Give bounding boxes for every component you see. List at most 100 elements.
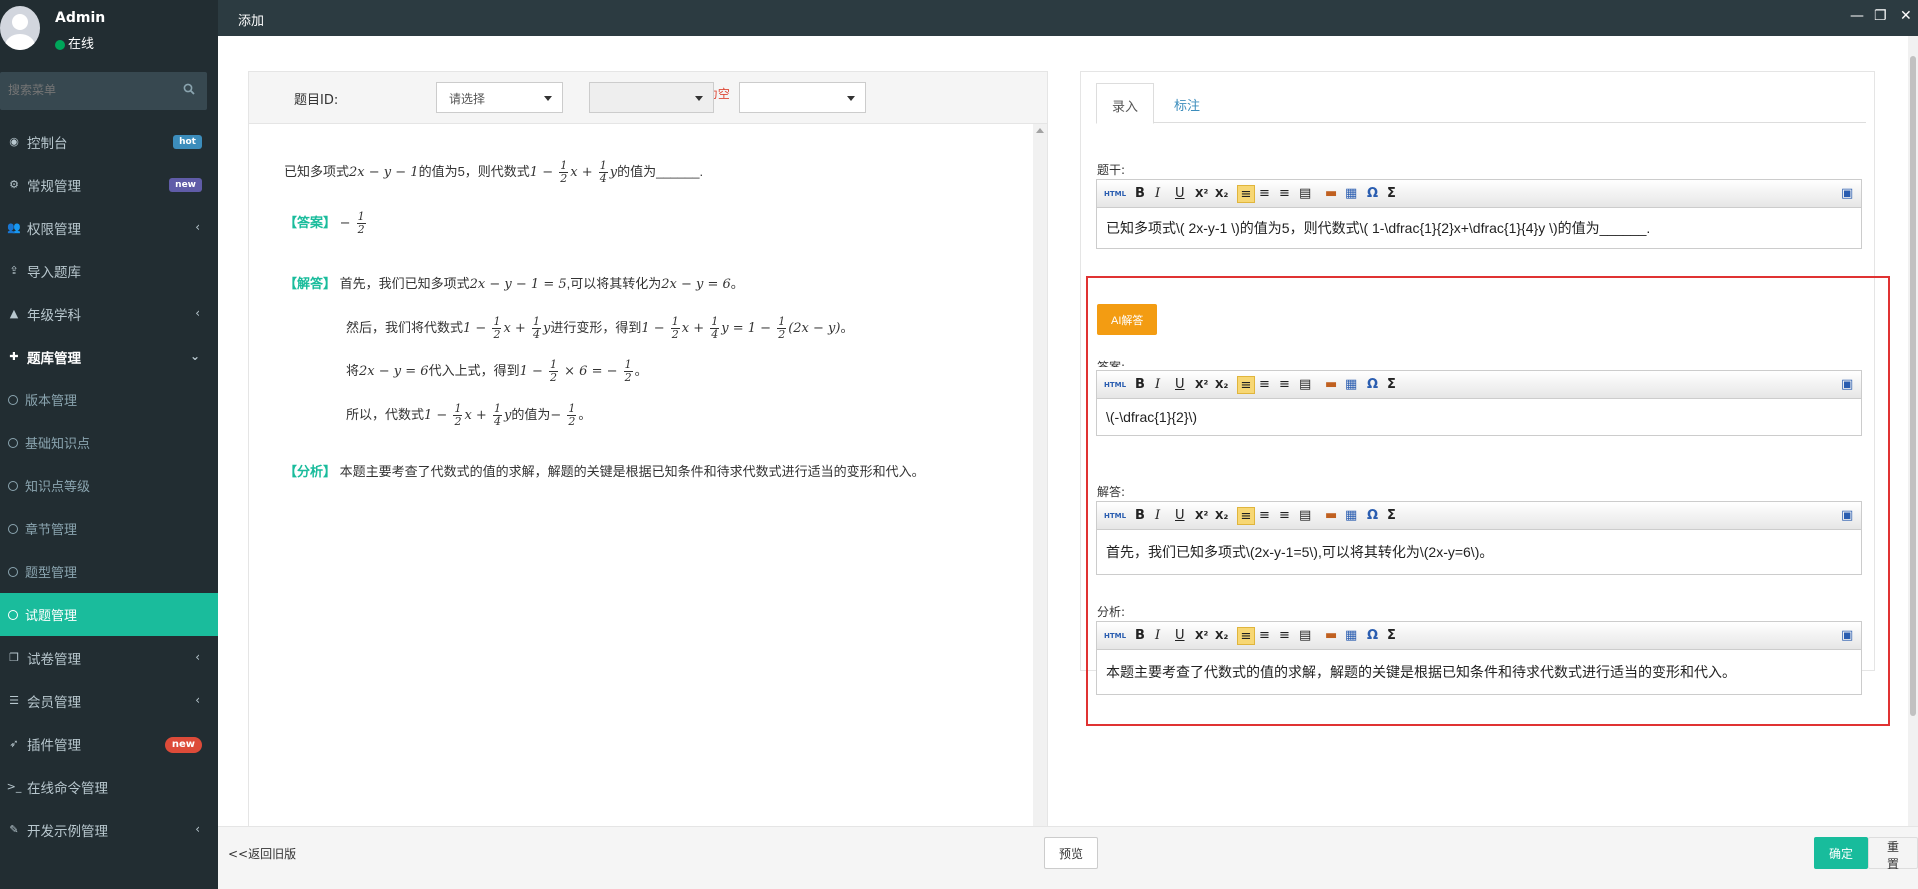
special-char-icon[interactable]: Ω xyxy=(1367,627,1378,645)
fullscreen-icon[interactable]: ▣ xyxy=(1841,376,1853,394)
menu-plugin[interactable]: ➶ 插件管理 new xyxy=(0,722,218,765)
align-right-icon[interactable]: ≡ xyxy=(1279,185,1290,203)
html-source-icon[interactable]: HTML xyxy=(1104,376,1126,394)
question-select-2[interactable] xyxy=(589,82,714,113)
subscript-icon[interactable]: X₂ xyxy=(1215,185,1228,203)
submenu-version[interactable]: 版本管理 xyxy=(0,378,218,421)
subscript-icon[interactable]: X₂ xyxy=(1215,627,1228,645)
menu-general[interactable]: ⚙ 常规管理 new xyxy=(0,163,218,206)
fullscreen-icon[interactable]: ▣ xyxy=(1841,507,1853,525)
menu-dashboard[interactable]: ◉ 控制台 hot xyxy=(0,120,218,163)
align-center-icon[interactable]: ≡ xyxy=(1259,185,1270,203)
question-select-3[interactable] xyxy=(739,82,866,113)
align-left-icon[interactable]: ≡ xyxy=(1237,185,1255,203)
special-char-icon[interactable]: Ω xyxy=(1367,507,1378,525)
preview-button[interactable]: 预览 xyxy=(1044,837,1099,869)
scroll-up-icon[interactable] xyxy=(1036,128,1044,133)
scrollbar-thumb[interactable] xyxy=(1910,56,1916,716)
bold-icon[interactable]: B xyxy=(1135,376,1145,394)
submenu-question[interactable]: 试题管理 xyxy=(0,593,218,636)
align-left-icon[interactable]: ≡ xyxy=(1237,627,1255,645)
subscript-icon[interactable]: X₂ xyxy=(1215,507,1228,525)
menu-examples[interactable]: ✎ 开发示例管理 ‹ xyxy=(0,808,218,851)
back-to-old-link[interactable]: <<返回旧版 xyxy=(228,845,296,862)
superscript-icon[interactable]: X² xyxy=(1195,185,1208,203)
special-char-icon[interactable]: Ω xyxy=(1367,185,1378,203)
superscript-icon[interactable]: X² xyxy=(1195,376,1208,394)
image-icon[interactable]: ▬ xyxy=(1325,376,1337,394)
menu-question-bank[interactable]: ✚ 题库管理 ⌄ xyxy=(0,335,218,378)
close-icon[interactable]: ✕ xyxy=(1900,8,1912,24)
table-icon[interactable]: ▦ xyxy=(1345,376,1357,394)
submenu-question-type[interactable]: 题型管理 xyxy=(0,550,218,593)
menu-command[interactable]: >_ 在线命令管理 xyxy=(0,765,218,808)
subscript-icon[interactable]: X₂ xyxy=(1215,376,1228,394)
superscript-icon[interactable]: X² xyxy=(1195,507,1208,525)
table-icon[interactable]: ▦ xyxy=(1345,185,1357,203)
menu-import[interactable]: ⇪ 导入题库 xyxy=(0,249,218,292)
align-left-icon[interactable]: ≡ xyxy=(1237,507,1255,525)
analysis-editor-body[interactable]: 本题主要考查了代数式的值的求解，解题的关键是根据已知条件和待求代数式进行适当的变… xyxy=(1097,650,1861,694)
justify-icon[interactable]: ▤ xyxy=(1299,376,1311,394)
table-icon[interactable]: ▦ xyxy=(1345,627,1357,645)
tab-annotate[interactable]: 标注 xyxy=(1159,83,1215,124)
justify-icon[interactable]: ▤ xyxy=(1299,507,1311,525)
italic-icon[interactable]: I xyxy=(1155,507,1160,525)
menu-paper[interactable]: ❐ 试卷管理 ‹ xyxy=(0,636,218,679)
justify-icon[interactable]: ▤ xyxy=(1299,627,1311,645)
fullscreen-icon[interactable]: ▣ xyxy=(1841,627,1853,645)
answer-editor-body[interactable]: \(-\dfrac{1}{2}\) xyxy=(1097,399,1861,435)
html-source-icon[interactable]: HTML xyxy=(1104,627,1126,645)
justify-icon[interactable]: ▤ xyxy=(1299,185,1311,203)
underline-icon[interactable]: U xyxy=(1175,185,1185,203)
bold-icon[interactable]: B xyxy=(1135,627,1145,645)
submenu-chapter[interactable]: 章节管理 xyxy=(0,507,218,550)
maximize-icon[interactable]: ❐ xyxy=(1874,8,1887,24)
menu-member[interactable]: ☰ 会员管理 ‹ xyxy=(0,679,218,722)
align-center-icon[interactable]: ≡ xyxy=(1259,376,1270,394)
preview-scrollbar[interactable] xyxy=(1033,124,1047,870)
menu-permission[interactable]: 👥 权限管理 ‹ xyxy=(0,206,218,249)
image-icon[interactable]: ▬ xyxy=(1325,507,1337,525)
formula-icon[interactable]: Σ xyxy=(1387,507,1396,525)
search-input[interactable] xyxy=(0,72,170,108)
table-icon[interactable]: ▦ xyxy=(1345,507,1357,525)
align-center-icon[interactable]: ≡ xyxy=(1259,507,1270,525)
bold-icon[interactable]: B xyxy=(1135,507,1145,525)
menu-grade-subject[interactable]: ▲ 年级学科 ‹ xyxy=(0,292,218,335)
superscript-icon[interactable]: X² xyxy=(1195,627,1208,645)
submenu-knowledge[interactable]: 基础知识点 xyxy=(0,421,218,464)
underline-icon[interactable]: U xyxy=(1175,376,1185,394)
fullscreen-icon[interactable]: ▣ xyxy=(1841,185,1853,203)
align-right-icon[interactable]: ≡ xyxy=(1279,507,1290,525)
tab-entry[interactable]: 录入 xyxy=(1096,83,1155,124)
align-center-icon[interactable]: ≡ xyxy=(1259,627,1270,645)
underline-icon[interactable]: U xyxy=(1175,507,1185,525)
ai-answer-button[interactable]: AI解答 xyxy=(1097,304,1158,335)
html-source-icon[interactable]: HTML xyxy=(1104,507,1126,525)
page-scrollbar[interactable] xyxy=(1908,36,1918,826)
image-icon[interactable]: ▬ xyxy=(1325,627,1337,645)
formula-icon[interactable]: Σ xyxy=(1387,376,1396,394)
underline-icon[interactable]: U xyxy=(1175,627,1185,645)
align-left-icon[interactable]: ≡ xyxy=(1237,376,1255,394)
italic-icon[interactable]: I xyxy=(1155,185,1160,203)
align-right-icon[interactable]: ≡ xyxy=(1279,627,1290,645)
italic-icon[interactable]: I xyxy=(1155,627,1160,645)
stem-editor-body[interactable]: 已知多项式\( 2x-y-1 \)的值为5，则代数式\( 1-\dfrac{1}… xyxy=(1097,208,1861,248)
minimize-icon[interactable]: — xyxy=(1850,8,1864,24)
solution-editor-body[interactable]: 首先，我们已知多项式\(2x-y-1=5\),可以将其转化为\(2x-y=6\)… xyxy=(1097,530,1861,574)
align-right-icon[interactable]: ≡ xyxy=(1279,376,1290,394)
special-char-icon[interactable]: Ω xyxy=(1367,376,1378,394)
reset-button[interactable]: 重置 xyxy=(1868,837,1918,871)
question-select-1[interactable]: 请选择 xyxy=(436,82,563,113)
html-source-icon[interactable]: HTML xyxy=(1104,185,1126,203)
submenu-knowledge-level[interactable]: 知识点等级 xyxy=(0,464,218,507)
confirm-button[interactable]: 确定 xyxy=(1814,837,1869,869)
formula-icon[interactable]: Σ xyxy=(1387,627,1396,645)
bold-icon[interactable]: B xyxy=(1135,185,1145,203)
search-icon[interactable] xyxy=(183,83,195,95)
formula-icon[interactable]: Σ xyxy=(1387,185,1396,203)
image-icon[interactable]: ▬ xyxy=(1325,185,1337,203)
italic-icon[interactable]: I xyxy=(1155,376,1160,394)
